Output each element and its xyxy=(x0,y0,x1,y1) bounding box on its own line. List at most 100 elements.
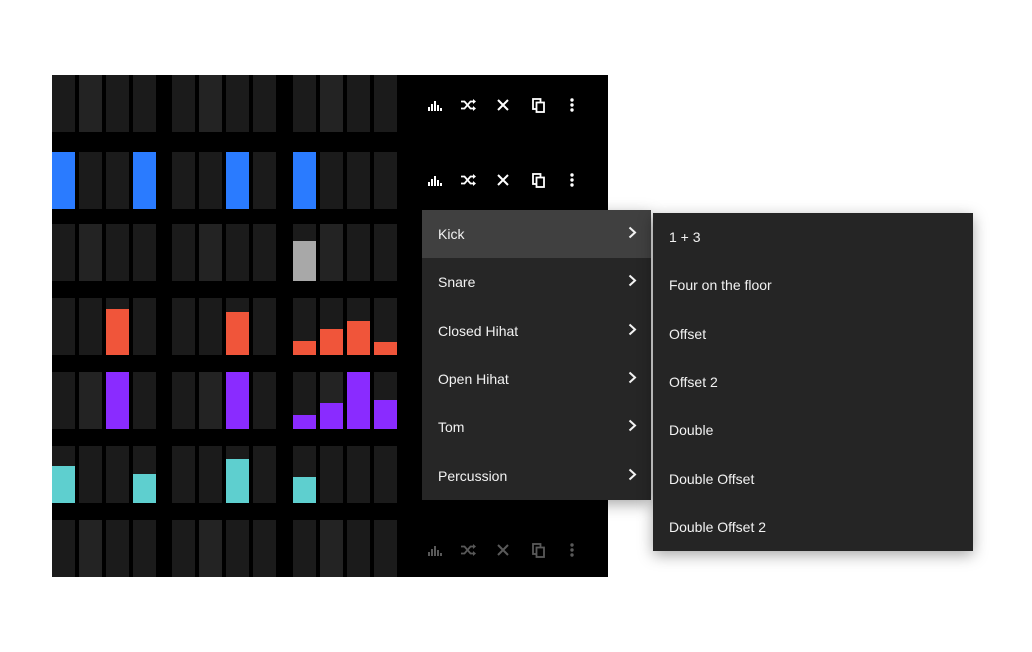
pattern-option[interactable]: 1 + 3 xyxy=(653,213,973,261)
step-cell[interactable] xyxy=(374,224,397,281)
step-cell[interactable] xyxy=(347,152,370,209)
step-cell[interactable] xyxy=(52,298,75,355)
velocity-icon[interactable] xyxy=(422,535,448,565)
step-cell[interactable] xyxy=(253,446,276,503)
step-cell[interactable] xyxy=(133,372,156,429)
step-cell[interactable] xyxy=(253,298,276,355)
pattern-option[interactable]: Double Offset xyxy=(653,455,973,503)
shuffle-icon[interactable] xyxy=(456,535,482,565)
step-cell[interactable] xyxy=(199,520,222,577)
step-cell[interactable] xyxy=(320,152,343,209)
step-cell[interactable] xyxy=(79,372,102,429)
step-cell[interactable] xyxy=(106,372,129,429)
step-cell[interactable] xyxy=(106,224,129,281)
menu-item-closed-hihat[interactable]: Closed Hihat xyxy=(422,307,651,355)
step-cell[interactable] xyxy=(347,446,370,503)
step-cell[interactable] xyxy=(226,446,249,503)
step-cell[interactable] xyxy=(79,75,102,132)
step-cell[interactable] xyxy=(347,298,370,355)
step-cell[interactable] xyxy=(293,520,316,577)
step-cell[interactable] xyxy=(374,152,397,209)
step-cell[interactable] xyxy=(52,152,75,209)
step-cell[interactable] xyxy=(79,152,102,209)
shuffle-icon[interactable] xyxy=(456,90,482,120)
step-cell[interactable] xyxy=(293,152,316,209)
step-cell[interactable] xyxy=(133,520,156,577)
step-cell[interactable] xyxy=(172,224,195,281)
step-cell[interactable] xyxy=(347,75,370,132)
step-cell[interactable] xyxy=(52,75,75,132)
step-cell[interactable] xyxy=(79,224,102,281)
step-cell[interactable] xyxy=(199,75,222,132)
velocity-icon[interactable] xyxy=(422,165,448,195)
step-cell[interactable] xyxy=(172,75,195,132)
copy-icon[interactable] xyxy=(525,90,551,120)
clear-icon[interactable] xyxy=(490,165,516,195)
step-cell[interactable] xyxy=(106,446,129,503)
menu-item-snare[interactable]: Snare xyxy=(422,258,651,306)
step-cell[interactable] xyxy=(226,152,249,209)
step-cell[interactable] xyxy=(253,372,276,429)
step-cell[interactable] xyxy=(79,446,102,503)
step-cell[interactable] xyxy=(133,224,156,281)
step-cell[interactable] xyxy=(253,224,276,281)
more-icon[interactable] xyxy=(559,90,585,120)
step-cell[interactable] xyxy=(133,298,156,355)
clear-icon[interactable] xyxy=(490,90,516,120)
step-cell[interactable] xyxy=(253,152,276,209)
step-cell[interactable] xyxy=(106,520,129,577)
step-cell[interactable] xyxy=(199,152,222,209)
step-cell[interactable] xyxy=(226,224,249,281)
step-cell[interactable] xyxy=(320,372,343,429)
step-cell[interactable] xyxy=(172,372,195,429)
shuffle-icon[interactable] xyxy=(456,165,482,195)
pattern-option[interactable]: Double Offset 2 xyxy=(653,503,973,551)
step-cell[interactable] xyxy=(106,152,129,209)
step-cell[interactable] xyxy=(347,372,370,429)
clear-icon[interactable] xyxy=(490,535,516,565)
copy-icon[interactable] xyxy=(525,535,551,565)
menu-item-percussion[interactable]: Percussion xyxy=(422,452,651,500)
step-cell[interactable] xyxy=(374,298,397,355)
step-cell[interactable] xyxy=(106,75,129,132)
step-cell[interactable] xyxy=(320,75,343,132)
menu-item-kick[interactable]: Kick xyxy=(422,210,651,258)
step-cell[interactable] xyxy=(374,446,397,503)
copy-icon[interactable] xyxy=(525,165,551,195)
step-cell[interactable] xyxy=(293,75,316,132)
step-cell[interactable] xyxy=(293,372,316,429)
more-icon[interactable] xyxy=(559,165,585,195)
step-cell[interactable] xyxy=(293,446,316,503)
menu-item-tom[interactable]: Tom xyxy=(422,403,651,451)
step-cell[interactable] xyxy=(293,224,316,281)
step-cell[interactable] xyxy=(79,520,102,577)
step-cell[interactable] xyxy=(320,446,343,503)
step-cell[interactable] xyxy=(106,298,129,355)
step-cell[interactable] xyxy=(133,75,156,132)
step-cell[interactable] xyxy=(199,224,222,281)
step-cell[interactable] xyxy=(226,520,249,577)
step-cell[interactable] xyxy=(199,446,222,503)
step-cell[interactable] xyxy=(374,520,397,577)
step-cell[interactable] xyxy=(253,75,276,132)
step-cell[interactable] xyxy=(52,520,75,577)
step-cell[interactable] xyxy=(320,520,343,577)
step-cell[interactable] xyxy=(172,298,195,355)
step-cell[interactable] xyxy=(347,224,370,281)
step-cell[interactable] xyxy=(133,446,156,503)
step-cell[interactable] xyxy=(52,446,75,503)
velocity-icon[interactable] xyxy=(422,90,448,120)
step-cell[interactable] xyxy=(226,372,249,429)
step-cell[interactable] xyxy=(320,224,343,281)
step-cell[interactable] xyxy=(226,298,249,355)
pattern-option[interactable]: Four on the floor xyxy=(653,261,973,309)
more-icon[interactable] xyxy=(559,535,585,565)
step-cell[interactable] xyxy=(172,520,195,577)
menu-item-open-hihat[interactable]: Open Hihat xyxy=(422,355,651,403)
pattern-option[interactable]: Offset xyxy=(653,310,973,358)
step-cell[interactable] xyxy=(347,520,370,577)
step-cell[interactable] xyxy=(320,298,343,355)
step-cell[interactable] xyxy=(79,298,102,355)
step-cell[interactable] xyxy=(199,372,222,429)
step-cell[interactable] xyxy=(374,75,397,132)
